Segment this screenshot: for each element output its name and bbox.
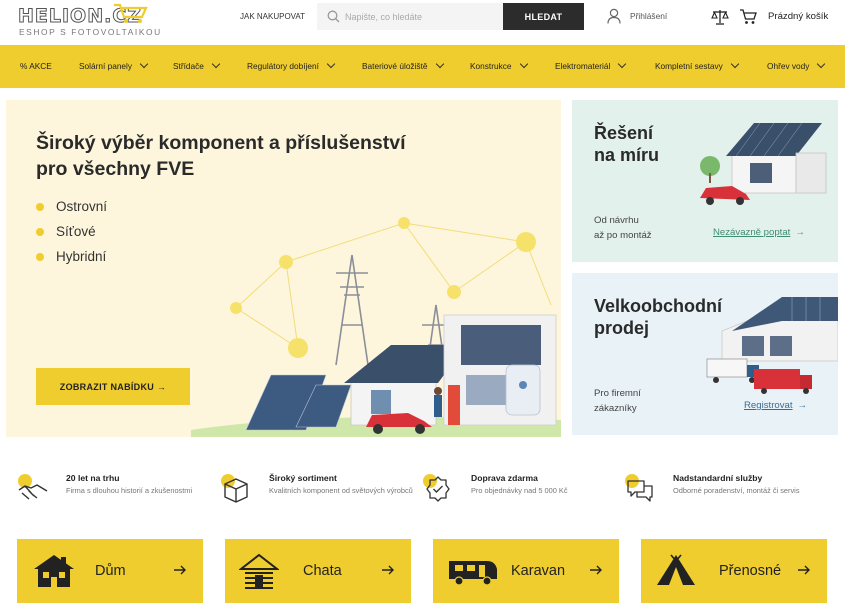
feature-wide-range: Široký sortiment Kvalitních komponent od…: [219, 470, 419, 510]
feature-free-shipping: Doprava zdarma Pro objednávky nad 5 000 …: [421, 470, 621, 510]
category-chata[interactable]: Chata: [225, 539, 411, 603]
arrow-right-icon: [590, 565, 602, 575]
nav-item-label: Kompletní sestavy: [655, 61, 723, 71]
hero-feature-list: Ostrovní Síťové Hybridní: [36, 197, 107, 272]
list-item: Ostrovní: [36, 197, 107, 222]
nav-item-bateriove-uloziste[interactable]: Bateriové úložiště: [362, 45, 444, 88]
chevron-down-icon: [326, 59, 336, 69]
chevron-down-icon: [618, 59, 627, 69]
show-offer-button[interactable]: ZOBRAZIT NABÍDKU →: [36, 368, 190, 405]
nav-item-regulatory[interactable]: Regulátory dobíjení: [247, 45, 336, 88]
register-link-label: Registrovat: [744, 400, 793, 411]
inquiry-link-label: Nezávazně poptat: [713, 227, 791, 238]
search-bar: HLEDAT: [317, 3, 584, 30]
nav-item-elektromaterial[interactable]: Elektromateriál: [555, 45, 627, 88]
list-item: Hybridní: [36, 247, 107, 272]
chevron-down-icon: [730, 59, 740, 69]
nav-item-konstrukce[interactable]: Konstrukce: [470, 45, 528, 88]
nav-item-label: Střídače: [173, 61, 204, 71]
chat-icon: [625, 474, 653, 502]
badge-check-icon: [423, 474, 450, 502]
nav-item-label: Solární panely: [79, 61, 133, 71]
hero-title: Široký výběr komponent a příslušenství p…: [36, 132, 406, 180]
logo-tagline: ESHOP S FOTOVOLTAIKOU: [19, 27, 162, 37]
arrow-right-icon: →: [795, 227, 805, 238]
feature-description: Firma s dlouhou historií a zkušenostmi: [66, 486, 193, 495]
tent-icon: [657, 554, 695, 585]
logo-cart-icon: [114, 3, 148, 23]
house-car-illustration: [700, 122, 827, 205]
card-title: Velkoobchodní prodej: [594, 296, 723, 338]
cabin-icon: [239, 553, 279, 589]
register-link[interactable]: Registrovat →: [744, 400, 807, 411]
nav-item-label: Konstrukce: [470, 61, 512, 71]
feature-description: Kvalitních komponent od světových výrobc…: [269, 486, 413, 495]
wholesale-card[interactable]: Velkoobchodní prodej Pro firemní zákazní…: [572, 273, 838, 435]
search-icon: [327, 10, 340, 23]
category-prenosne[interactable]: Přenosné: [641, 539, 827, 603]
category-nav: % AKCE Solární panely Střídače Regulátor…: [0, 45, 845, 88]
logo[interactable]: HELION.CZ ESHOP S FOTOVOLTAIKOU: [17, 3, 168, 37]
nav-item-label: Bateriové úložiště: [362, 61, 428, 71]
search-button[interactable]: HLEDAT: [503, 3, 584, 30]
chevron-down-icon: [519, 59, 528, 69]
custom-solution-card[interactable]: Řešení na míru Od návrhu až po montáž Ne…: [572, 100, 838, 262]
handshake-icon: [18, 474, 48, 500]
cart-status[interactable]: Prázdný košík: [768, 11, 828, 22]
nav-item-akce[interactable]: % AKCE: [20, 45, 52, 88]
nav-item-label: % AKCE: [20, 61, 52, 71]
feature-description: Pro objednávky nad 5 000 Kč: [471, 486, 568, 495]
feature-premium-services: Nadstandardní služby Odborné poradenství…: [623, 470, 823, 510]
category-label: Dům: [95, 563, 126, 579]
feature-title: Nadstandardní služby: [673, 473, 763, 483]
nav-item-solarni-panely[interactable]: Solární panely: [79, 45, 149, 88]
arrow-right-icon: [798, 565, 810, 575]
site-header: HELION.CZ ESHOP S FOTOVOLTAIKOU JAK NAKU…: [0, 0, 845, 44]
arrow-right-icon: [382, 565, 394, 575]
chevron-down-icon: [817, 59, 826, 69]
login-link[interactable]: Přihlášení: [630, 11, 667, 21]
nav-item-kompletni-sestavy[interactable]: Kompletní sestavy: [655, 45, 740, 88]
chevron-down-icon: [435, 59, 444, 69]
house-icon: [34, 555, 74, 587]
show-offer-label: ZOBRAZIT NABÍDKU: [59, 381, 155, 392]
card-subtitle: Od návrhu až po montáž: [594, 215, 652, 241]
caravan-icon: [449, 561, 497, 586]
inquiry-link[interactable]: Nezávazně poptat →: [713, 227, 805, 238]
chevron-down-icon: [139, 59, 149, 69]
nav-item-label: Elektromateriál: [555, 61, 611, 71]
feature-20-years: 20 let na trhu Firma s dlouhou historií …: [16, 470, 216, 510]
feature-title: 20 let na trhu: [66, 473, 120, 483]
feature-title: Doprava zdarma: [471, 473, 538, 483]
card-subtitle: Pro firemní zákazníky: [594, 388, 641, 414]
list-item: Síťové: [36, 222, 107, 247]
category-label: Přenosné: [719, 563, 782, 579]
solar-grid-illustration: [191, 217, 561, 437]
feature-description: Odborné poradenství, montáž či servis: [673, 486, 800, 495]
compare-scales-icon[interactable]: [711, 9, 729, 25]
how-to-buy-link[interactable]: JAK NAKUPOVAT: [240, 12, 305, 21]
cart-icon[interactable]: [739, 8, 757, 25]
chevron-down-icon: [211, 59, 221, 69]
category-karavan[interactable]: Karavan: [433, 539, 619, 603]
box-icon: [221, 474, 248, 503]
category-label: Karavan: [511, 563, 566, 579]
category-dum[interactable]: Dům: [17, 539, 203, 603]
nav-item-ohrev-vody[interactable]: Ohřev vody: [767, 45, 826, 88]
nav-item-label: Regulátory dobíjení: [247, 61, 319, 71]
arrow-right-icon: →: [156, 381, 167, 392]
warehouse-trucks-illustration: [706, 297, 838, 394]
nav-item-label: Ohřev vody: [767, 61, 810, 71]
arrow-right-icon: [174, 565, 186, 575]
category-label: Chata: [303, 563, 342, 579]
user-icon[interactable]: [607, 8, 621, 24]
search-input[interactable]: [345, 3, 500, 30]
arrow-right-icon: →: [797, 400, 808, 411]
hero-banner: Široký výběr komponent a příslušenství p…: [6, 100, 561, 437]
nav-item-stridace[interactable]: Střídače: [173, 45, 221, 88]
feature-title: Široký sortiment: [269, 473, 337, 483]
